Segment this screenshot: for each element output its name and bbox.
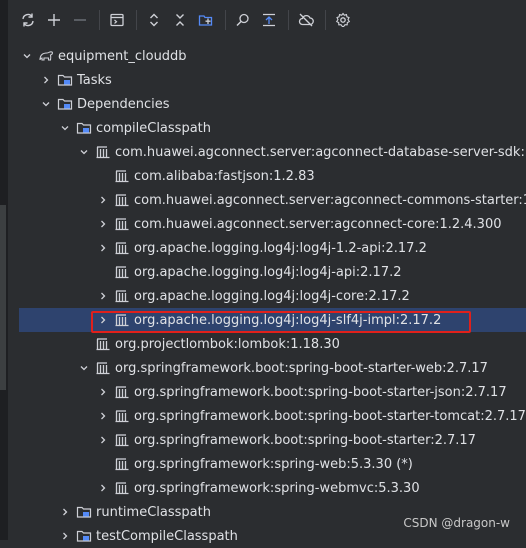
refresh-icon[interactable] [16, 8, 40, 32]
tree-node-label: org.apache.logging.log4j:log4j-core:2.17… [134, 288, 410, 304]
tree-node-label: com.alibaba:fastjson:1.2.83 [134, 168, 315, 184]
library-icon [95, 144, 111, 160]
chevron-down-icon[interactable] [58, 121, 72, 135]
tree-node-label: equipment_clouddb [58, 48, 187, 64]
gradle-elephant-icon [38, 48, 54, 64]
tree-node-dependency[interactable]: org.springframework:spring-web:5.3.30 (*… [8, 452, 526, 476]
library-icon [95, 336, 111, 352]
tree-node-label: org.springframework.boot:spring-boot-sta… [134, 408, 526, 424]
settings-gear-icon[interactable] [331, 8, 355, 32]
toolbar-separator [99, 10, 100, 30]
chevron-down-icon[interactable] [39, 97, 53, 111]
left-gutter [0, 0, 8, 540]
library-icon [114, 192, 130, 208]
tree-node-label: runtimeClasspath [96, 504, 211, 520]
chevron-right-icon[interactable] [96, 481, 110, 495]
chevron-right-icon[interactable] [96, 313, 110, 327]
analyze-dependencies-icon[interactable] [194, 8, 218, 32]
chevron-right-icon[interactable] [96, 433, 110, 447]
chevron-right-icon[interactable] [96, 193, 110, 207]
tree-node-dependency[interactable]: org.springframework.boot:spring-boot-sta… [8, 356, 526, 380]
tree-node-label: org.springframework.boot:spring-boot-sta… [134, 384, 507, 400]
tree-node-dependency[interactable]: org.apache.logging.log4j:log4j-1.2-api:2… [8, 236, 526, 260]
tree-node-compile-classpath[interactable]: compileClasspath [8, 116, 526, 140]
library-icon [114, 456, 130, 472]
library-icon [114, 312, 130, 328]
library-icon [114, 432, 130, 448]
chevron-down-icon[interactable] [20, 49, 34, 63]
tree-node-label: com.huawei.agconnect.server:agconnect-da… [115, 144, 526, 160]
library-icon [114, 480, 130, 496]
tree-node-label: org.springframework.boot:spring-boot-sta… [115, 360, 488, 376]
chevron-right-icon[interactable] [58, 529, 72, 543]
offline-mode-icon[interactable] [294, 8, 318, 32]
chevron-right-icon[interactable] [96, 289, 110, 303]
execute-task-icon[interactable] [105, 8, 129, 32]
tree-node-dependency[interactable]: org.springframework.boot:spring-boot-sta… [8, 428, 526, 452]
minus-icon[interactable] [68, 8, 92, 32]
tree-node-dependency[interactable]: org.apache.logging.log4j:log4j-core:2.17… [8, 284, 526, 308]
dependency-analyzer-icon[interactable] [231, 8, 255, 32]
chevron-right-icon[interactable] [96, 385, 110, 399]
library-icon [114, 288, 130, 304]
tree-node-tasks[interactable]: Tasks [8, 68, 526, 92]
watermark: CSDN @dragon-w [403, 516, 510, 530]
tree-node-dependency[interactable]: com.huawei.agconnect.server:agconnect-da… [8, 140, 526, 164]
chevron-down-icon[interactable] [77, 361, 91, 375]
expand-all-icon[interactable] [142, 8, 166, 32]
tree-node-dependency[interactable]: org.projectlombok:lombok:1.18.30 [8, 332, 526, 356]
tree-node-dependency[interactable]: org.apache.logging.log4j:log4j-api:2.17.… [8, 260, 526, 284]
library-icon [114, 408, 130, 424]
tree-node-label: org.projectlombok:lombok:1.18.30 [115, 336, 340, 352]
tree-node-label: org.apache.logging.log4j:log4j-1.2-api:2… [134, 240, 427, 256]
toolbar-separator [288, 10, 289, 30]
scroll-to-source-icon[interactable] [257, 8, 281, 32]
library-icon [95, 360, 111, 376]
tree-node-dependency[interactable]: org.springframework.boot:spring-boot-sta… [8, 380, 526, 404]
chevron-right-icon[interactable] [39, 73, 53, 87]
tree-node-dependencies[interactable]: Dependencies [8, 92, 526, 116]
tree-node-dependency[interactable]: org.springframework:spring-webmvc:5.3.30 [8, 476, 526, 500]
tree-node-label: compileClasspath [96, 120, 211, 136]
folder-icon [57, 72, 73, 88]
library-icon [114, 168, 130, 184]
tree-node-label: testCompileClasspath [96, 528, 238, 544]
tree-node-label: com.huawei.agconnect.server:agconnect-co… [134, 192, 526, 208]
tree-node-root[interactable]: equipment_clouddb [8, 44, 526, 68]
tree-node-label: org.apache.logging.log4j:log4j-api:2.17.… [134, 264, 402, 280]
tree-node-label: org.springframework.boot:spring-boot-sta… [134, 432, 476, 448]
folder-icon [76, 528, 92, 544]
tree-node-label: org.springframework:spring-web:5.3.30 (*… [134, 456, 413, 472]
tree-node-label: Dependencies [77, 96, 170, 112]
library-icon [114, 384, 130, 400]
library-icon [114, 264, 130, 280]
collapse-all-icon[interactable] [168, 8, 192, 32]
chevron-right-icon[interactable] [96, 409, 110, 423]
library-icon [114, 216, 130, 232]
toolbar-separator [136, 10, 137, 30]
toolbar-separator [225, 10, 226, 30]
tree-node-label: org.springframework:spring-webmvc:5.3.30 [134, 480, 420, 496]
tree-node-dependency-selected[interactable]: org.apache.logging.log4j:log4j-slf4j-imp… [19, 308, 526, 332]
folder-icon [76, 120, 92, 136]
folder-icon [57, 96, 73, 112]
tree-node-dependency[interactable]: com.huawei.agconnect.server:agconnect-co… [8, 212, 526, 236]
gradle-toolbar [8, 0, 526, 40]
chevron-right-icon[interactable] [58, 505, 72, 519]
chevron-down-icon[interactable] [77, 145, 91, 159]
tree-node-dependency[interactable]: com.alibaba:fastjson:1.2.83 [8, 164, 526, 188]
gutter-marker [0, 205, 6, 390]
tree-node-label: org.apache.logging.log4j:log4j-slf4j-imp… [134, 312, 442, 328]
chevron-right-icon[interactable] [96, 241, 110, 255]
tree-node-dependency[interactable]: org.springframework.boot:spring-boot-sta… [8, 404, 526, 428]
folder-icon [76, 504, 92, 520]
library-icon [114, 240, 130, 256]
chevron-right-icon[interactable] [96, 217, 110, 231]
tree-node-label: com.huawei.agconnect.server:agconnect-co… [134, 216, 502, 232]
toolbar-separator [325, 10, 326, 30]
plus-icon[interactable] [42, 8, 66, 32]
tree-node-dependency[interactable]: com.huawei.agconnect.server:agconnect-co… [8, 188, 526, 212]
tree-node-label: Tasks [77, 72, 112, 88]
